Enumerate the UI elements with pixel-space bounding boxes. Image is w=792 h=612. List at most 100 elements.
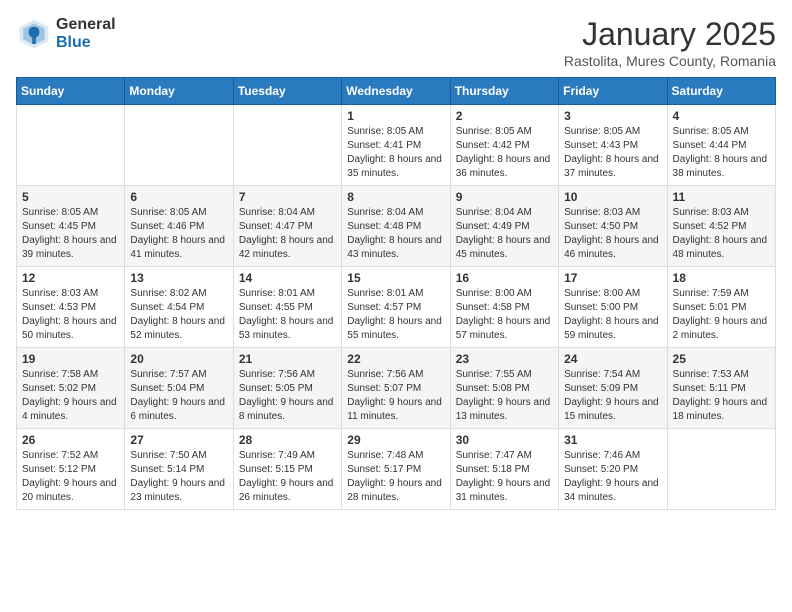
day-number: 26 [22,433,119,447]
day-number: 27 [130,433,227,447]
calendar-cell: 24 Sunrise: 7:54 AM Sunset: 5:09 PM Dayli… [559,348,667,429]
day-info: Sunrise: 8:02 AM Sunset: 4:54 PM Dayligh… [130,287,227,343]
calendar-cell: 17 Sunrise: 8:00 AM Sunset: 5:00 PM Dayli… [559,267,667,348]
day-number: 11 [673,190,770,204]
calendar-cell: 29 Sunrise: 7:48 AM Sunset: 5:17 PM Dayli… [342,429,450,510]
day-info: Sunrise: 8:05 AM Sunset: 4:42 PM Dayligh… [456,125,553,181]
day-info: Sunrise: 8:00 AM Sunset: 4:58 PM Dayligh… [456,287,553,343]
calendar-cell: 26 Sunrise: 7:52 AM Sunset: 5:12 PM Dayli… [17,429,125,510]
day-info: Sunrise: 8:00 AM Sunset: 5:00 PM Dayligh… [564,287,661,343]
day-info: Sunrise: 7:57 AM Sunset: 5:04 PM Dayligh… [130,368,227,424]
day-number: 18 [673,271,770,285]
day-info: Sunrise: 7:49 AM Sunset: 5:15 PM Dayligh… [239,449,336,505]
day-info: Sunrise: 7:52 AM Sunset: 5:12 PM Dayligh… [22,449,119,505]
day-info: Sunrise: 7:48 AM Sunset: 5:17 PM Dayligh… [347,449,444,505]
day-info: Sunrise: 7:50 AM Sunset: 5:14 PM Dayligh… [130,449,227,505]
day-number: 7 [239,190,336,204]
calendar-cell: 11 Sunrise: 8:03 AM Sunset: 4:52 PM Dayli… [667,186,775,267]
day-number: 6 [130,190,227,204]
day-number: 19 [22,352,119,366]
weekday-header-wednesday: Wednesday [342,78,450,105]
logo: General Blue [16,16,116,52]
day-info: Sunrise: 8:04 AM Sunset: 4:48 PM Dayligh… [347,206,444,262]
day-info: Sunrise: 8:05 AM Sunset: 4:46 PM Dayligh… [130,206,227,262]
calendar-cell: 27 Sunrise: 7:50 AM Sunset: 5:14 PM Dayli… [125,429,233,510]
title-block: January 2025 Rastolita, Mures County, Ro… [564,16,776,69]
weekday-header-saturday: Saturday [667,78,775,105]
calendar-cell [125,105,233,186]
day-info: Sunrise: 8:04 AM Sunset: 4:49 PM Dayligh… [456,206,553,262]
calendar-cell [233,105,341,186]
calendar-cell: 6 Sunrise: 8:05 AM Sunset: 4:46 PM Daylig… [125,186,233,267]
calendar-cell: 31 Sunrise: 7:46 AM Sunset: 5:20 PM Dayli… [559,429,667,510]
day-number: 20 [130,352,227,366]
day-info: Sunrise: 7:55 AM Sunset: 5:08 PM Dayligh… [456,368,553,424]
day-number: 17 [564,271,661,285]
weekday-header-row: SundayMondayTuesdayWednesdayThursdayFrid… [17,78,776,105]
calendar-cell: 4Sunrise: 8:05 AM Sunset: 4:44 PM Daylig… [667,105,775,186]
calendar-week-row: 1 Sunrise: 8:05 AM Sunset: 4:41 PM Daylig… [17,105,776,186]
day-info: Sunrise: 7:46 AM Sunset: 5:20 PM Dayligh… [564,449,661,505]
calendar-cell: 2 Sunrise: 8:05 AM Sunset: 4:42 PM Daylig… [450,105,558,186]
day-number: 28 [239,433,336,447]
logo-general-text: General [56,16,116,34]
calendar-cell: 3Sunrise: 8:05 AM Sunset: 4:43 PM Daylig… [559,105,667,186]
day-info: Sunrise: 8:05 AM Sunset: 4:44 PM Dayligh… [673,125,770,181]
calendar-cell: 16 Sunrise: 8:00 AM Sunset: 4:58 PM Dayli… [450,267,558,348]
page-header: General Blue January 2025 Rastolita, Mur… [16,16,776,69]
day-info: Sunrise: 7:54 AM Sunset: 5:09 PM Dayligh… [564,368,661,424]
calendar-cell: 8 Sunrise: 8:04 AM Sunset: 4:48 PM Daylig… [342,186,450,267]
calendar-cell: 30Sunrise: 7:47 AM Sunset: 5:18 PM Dayli… [450,429,558,510]
day-info: Sunrise: 8:03 AM Sunset: 4:53 PM Dayligh… [22,287,119,343]
month-title: January 2025 [564,16,776,53]
day-info: Sunrise: 7:53 AM Sunset: 5:11 PM Dayligh… [673,368,770,424]
calendar-cell: 25Sunrise: 7:53 AM Sunset: 5:11 PM Dayli… [667,348,775,429]
calendar-cell: 23 Sunrise: 7:55 AM Sunset: 5:08 PM Dayli… [450,348,558,429]
day-number: 13 [130,271,227,285]
weekday-header-thursday: Thursday [450,78,558,105]
day-number: 23 [456,352,553,366]
calendar-cell: 1 Sunrise: 8:05 AM Sunset: 4:41 PM Daylig… [342,105,450,186]
calendar-cell: 10Sunrise: 8:03 AM Sunset: 4:50 PM Dayli… [559,186,667,267]
day-info: Sunrise: 7:56 AM Sunset: 5:05 PM Dayligh… [239,368,336,424]
day-number: 14 [239,271,336,285]
logo-text: General Blue [56,16,116,51]
day-number: 24 [564,352,661,366]
day-number: 29 [347,433,444,447]
day-number: 10 [564,190,661,204]
weekday-header-monday: Monday [125,78,233,105]
weekday-header-sunday: Sunday [17,78,125,105]
calendar-cell: 14Sunrise: 8:01 AM Sunset: 4:55 PM Dayli… [233,267,341,348]
day-number: 1 [347,109,444,123]
calendar-table: SundayMondayTuesdayWednesdayThursdayFrid… [16,77,776,510]
logo-blue-text: Blue [56,34,116,52]
calendar-week-row: 12Sunrise: 8:03 AM Sunset: 4:53 PM Dayli… [17,267,776,348]
calendar-cell: 13 Sunrise: 8:02 AM Sunset: 4:54 PM Dayli… [125,267,233,348]
weekday-header-tuesday: Tuesday [233,78,341,105]
calendar-cell: 9Sunrise: 8:04 AM Sunset: 4:49 PM Daylig… [450,186,558,267]
day-number: 30 [456,433,553,447]
calendar-cell: 18Sunrise: 7:59 AM Sunset: 5:01 PM Dayli… [667,267,775,348]
calendar-cell: 12Sunrise: 8:03 AM Sunset: 4:53 PM Dayli… [17,267,125,348]
calendar-cell: 20 Sunrise: 7:57 AM Sunset: 5:04 PM Dayli… [125,348,233,429]
location-subtitle: Rastolita, Mures County, Romania [564,53,776,69]
calendar-cell: 5Sunrise: 8:05 AM Sunset: 4:45 PM Daylig… [17,186,125,267]
day-number: 5 [22,190,119,204]
day-info: Sunrise: 8:05 AM Sunset: 4:43 PM Dayligh… [564,125,661,181]
day-number: 31 [564,433,661,447]
day-number: 8 [347,190,444,204]
day-info: Sunrise: 8:03 AM Sunset: 4:52 PM Dayligh… [673,206,770,262]
calendar-cell [667,429,775,510]
calendar-cell: 22Sunrise: 7:56 AM Sunset: 5:07 PM Dayli… [342,348,450,429]
day-number: 21 [239,352,336,366]
day-number: 16 [456,271,553,285]
day-number: 15 [347,271,444,285]
logo-icon [16,16,52,52]
calendar-week-row: 26 Sunrise: 7:52 AM Sunset: 5:12 PM Dayli… [17,429,776,510]
calendar-cell: 15Sunrise: 8:01 AM Sunset: 4:57 PM Dayli… [342,267,450,348]
day-info: Sunrise: 8:04 AM Sunset: 4:47 PM Dayligh… [239,206,336,262]
calendar-cell: 28 Sunrise: 7:49 AM Sunset: 5:15 PM Dayli… [233,429,341,510]
day-number: 2 [456,109,553,123]
day-info: Sunrise: 8:05 AM Sunset: 4:41 PM Dayligh… [347,125,444,181]
calendar-week-row: 5Sunrise: 8:05 AM Sunset: 4:45 PM Daylig… [17,186,776,267]
